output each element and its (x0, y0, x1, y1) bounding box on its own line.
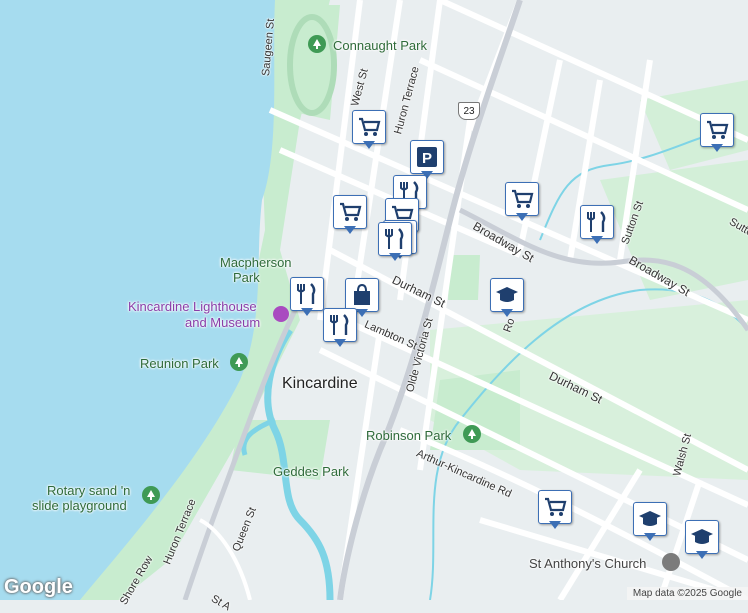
restaurant-icon (580, 205, 614, 239)
label-macpherson-park[interactable]: Macpherson (220, 255, 292, 270)
map-pin-parking[interactable]: P (410, 140, 444, 180)
school-icon (685, 520, 719, 554)
label-kincardine[interactable]: Kincardine (282, 376, 358, 392)
map-pin-restaurant[interactable] (580, 205, 614, 245)
map-pin-shopping-cart[interactable] (538, 490, 572, 530)
church-icon[interactable] (662, 553, 680, 571)
map-pin-shopping-cart[interactable] (333, 195, 367, 235)
map-pin-restaurant[interactable] (323, 308, 357, 348)
label-lighthouse[interactable]: Kincardine Lighthouse (128, 299, 257, 314)
route-shield: 23 (458, 102, 480, 120)
restaurant-icon (290, 277, 324, 311)
label-lighthouse-line2[interactable]: and Museum (185, 315, 260, 330)
label-macpherson-park-line2[interactable]: Park (233, 270, 260, 285)
label-rotary[interactable]: Rotary sand 'n (47, 483, 130, 498)
tree-icon (463, 425, 481, 443)
label-rotary-line2[interactable]: slide playground (32, 498, 127, 513)
label-robinson-park[interactable]: Robinson Park (366, 428, 451, 443)
shopping-cart-icon (700, 113, 734, 147)
map-pin-shopping-cart[interactable] (700, 113, 734, 153)
map-pin-restaurant[interactable] (290, 277, 324, 317)
shopping-cart-icon (333, 195, 367, 229)
map-pin-school[interactable] (685, 520, 719, 560)
svg-text:P: P (422, 150, 432, 167)
tree-icon (142, 486, 160, 504)
restaurant-icon (323, 308, 357, 342)
restaurant-icon (378, 222, 412, 256)
parking-icon: P (410, 140, 444, 174)
map-pin-restaurant[interactable] (378, 222, 412, 262)
school-icon (633, 502, 667, 536)
google-logo: Google (4, 576, 73, 598)
map-pin-school[interactable] (490, 278, 524, 318)
label-st-anthony[interactable]: St Anthony's Church (529, 556, 646, 571)
map-pin-shopping-cart[interactable] (352, 110, 386, 150)
shopping-bag-icon (345, 278, 379, 312)
label-connaught-park[interactable]: Connaught Park (333, 38, 427, 53)
map-pin-school[interactable] (633, 502, 667, 542)
school-icon (490, 278, 524, 312)
label-geddes-park[interactable]: Geddes Park (273, 464, 349, 479)
shopping-cart-icon (352, 110, 386, 144)
label-reunion-park[interactable]: Reunion Park (140, 356, 219, 371)
museum-icon[interactable] (273, 306, 289, 322)
map-pin-shopping-cart[interactable] (505, 182, 539, 222)
small-park (448, 255, 480, 300)
tree-icon (230, 353, 248, 371)
shopping-cart-icon (505, 182, 539, 216)
tree-icon (308, 35, 326, 53)
map-attribution[interactable]: Map data ©2025 Google (626, 587, 748, 600)
shopping-cart-icon (538, 490, 572, 524)
